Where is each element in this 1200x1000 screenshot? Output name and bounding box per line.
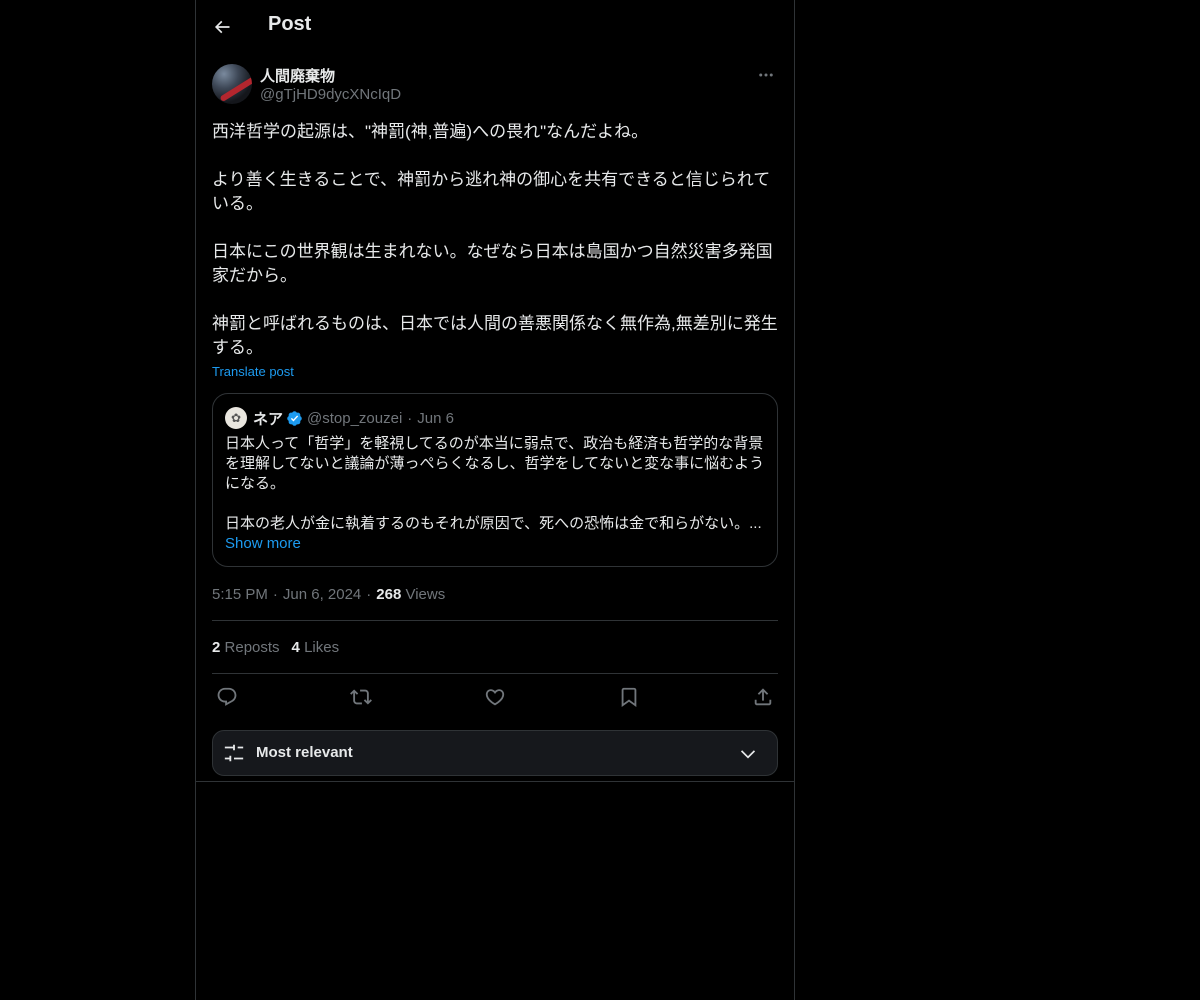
reply-button[interactable] (216, 686, 238, 708)
reply-sort-dropdown[interactable]: Most relevant (212, 730, 778, 776)
separator-dot: · (407, 409, 413, 427)
quote-avatar: ✿ (225, 407, 247, 429)
post-paragraph: 西洋哲学の起源は、"神罰(神,普遍)への畏れ"なんだよね。 (212, 122, 649, 141)
post-paragraph: 神罰と呼ばれるものは、日本では人間の善悪関係なく無作為,無差別に発生する。 (212, 314, 778, 357)
share-button[interactable] (752, 686, 774, 708)
views-label: Views (405, 586, 446, 603)
sort-label: Most relevant (256, 744, 353, 761)
repost-icon (350, 689, 372, 705)
quote-author-handle: @stop_zouzei (307, 409, 403, 427)
sliders-icon (223, 742, 245, 769)
quote-header: ✿ ネア @stop_zouzei · Jun 6 (225, 406, 765, 430)
post-time[interactable]: 5:15 PM (212, 586, 268, 603)
quoted-post[interactable]: ✿ ネア @stop_zouzei · Jun 6 日本人って「哲学」を軽視して… (212, 393, 778, 567)
page-header: Post (196, 0, 794, 54)
author-row: 人間廃棄物 @gTjHD9dycXNcIqD (212, 64, 778, 108)
quote-text: 日本人って「哲学」を軽視してるのが本当に弱点で、政治も経済も哲学的な背景を理解し… (225, 434, 765, 534)
quote-paragraph: 日本人って「哲学」を軽視してるのが本当に弱点で、政治も経済も哲学的な背景を理解し… (225, 435, 765, 492)
reposts-stat[interactable]: 2 Reposts (212, 639, 280, 656)
heart-icon (485, 689, 505, 706)
back-button[interactable] (204, 9, 240, 45)
post-paragraph: 日本にこの世界観は生まれない。なぜなら日本は島国かつ自然災害多発国家だから。 (212, 242, 773, 285)
author-handle[interactable]: @gTjHD9dycXNcIqD (260, 86, 401, 103)
quote-author-name: ネア (253, 410, 284, 428)
show-more-link[interactable]: Show more (225, 534, 765, 554)
reply-icon (217, 687, 237, 706)
arrow-left-icon (214, 20, 230, 34)
bookmark-button[interactable] (618, 686, 640, 708)
post: 人間廃棄物 @gTjHD9dycXNcIqD 西洋哲学の起源は、"神罰(神,普遍… (212, 64, 778, 776)
main-column: Post 人間廃棄物 @gTjHD9dycXNcIqD 西洋哲学の起源は、"神罰… (195, 0, 795, 1000)
engagement-stats: 2 Reposts 4 Likes (212, 621, 778, 673)
post-meta: 5:15 PM · Jun 6, 2024 · 268 Views (212, 586, 446, 603)
more-button[interactable] (754, 64, 778, 86)
more-horizontal-icon (759, 73, 773, 77)
quote-date: Jun 6 (417, 409, 454, 427)
verified-badge-icon (286, 410, 303, 427)
page-title: Post (268, 13, 312, 35)
like-button[interactable] (484, 686, 506, 708)
post-paragraph: より善く生きることで、神罰から逃れ神の御心を共有できると信じられている。 (212, 170, 771, 213)
avatar[interactable] (212, 64, 252, 104)
share-icon (754, 688, 772, 706)
author-name[interactable]: 人間廃棄物 (260, 65, 335, 86)
quote-paragraph: 日本の老人が金に執着するのもそれが原因で、死への恐怖は金で和らがない。... (225, 515, 762, 532)
bookmark-icon (621, 687, 637, 708)
chevron-down-icon (737, 744, 759, 769)
divider (196, 781, 794, 782)
post-text: 西洋哲学の起源は、"神罰(神,普遍)への畏れ"なんだよね。 より善く生きることで… (212, 120, 778, 360)
repost-button[interactable] (350, 686, 372, 708)
views-count: 268 (376, 586, 402, 603)
action-bar (212, 674, 778, 722)
translate-post-link[interactable]: Translate post (212, 364, 294, 379)
post-date[interactable]: Jun 6, 2024 (283, 586, 361, 603)
likes-stat[interactable]: 4 Likes (292, 639, 340, 656)
